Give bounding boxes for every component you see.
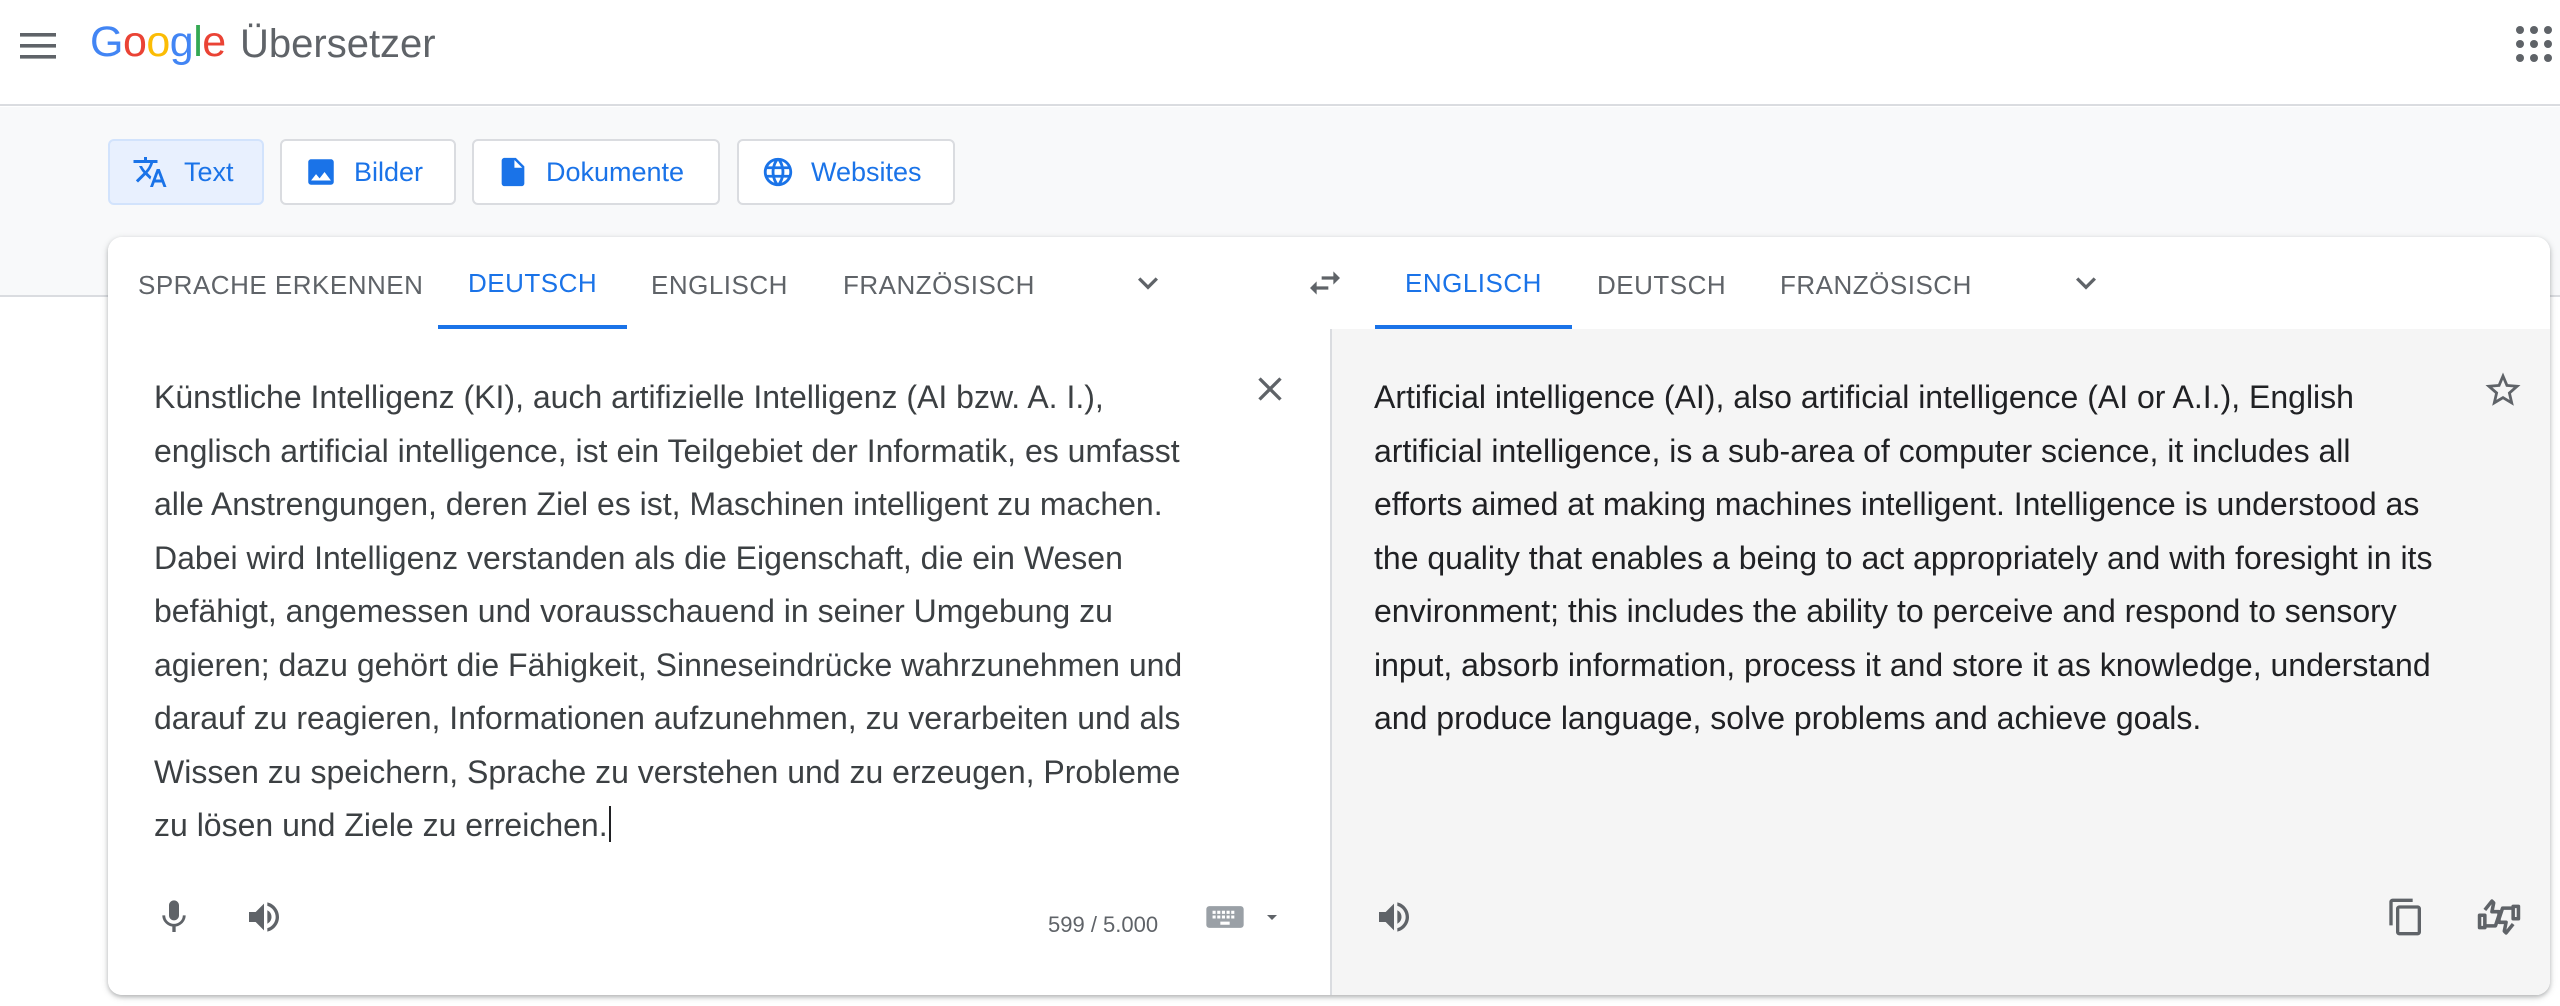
mode-websites-button[interactable]: Websites	[737, 139, 955, 205]
mode-images-button[interactable]: Bilder	[280, 139, 456, 205]
keyboard-dropdown-icon[interactable]	[1260, 905, 1284, 929]
source-text: Künstliche Intelligenz (KI), auch artifi…	[154, 379, 1183, 843]
source-lang-english[interactable]: ENGLISCH	[651, 237, 788, 329]
copy-icon[interactable]	[2386, 897, 2426, 937]
microphone-icon[interactable]	[154, 897, 194, 937]
target-lang-more-chevron-icon[interactable]	[2066, 263, 2106, 303]
google-logo[interactable]: Google	[90, 18, 226, 67]
target-speaker-icon[interactable]	[1374, 897, 1414, 937]
mode-text-button[interactable]: Text	[108, 139, 264, 205]
keyboard-icon[interactable]	[1206, 903, 1244, 931]
mode-websites-label: Websites	[811, 156, 922, 187]
target-lang-french[interactable]: FRANZÖSISCH	[1780, 237, 1972, 329]
source-speaker-icon[interactable]	[244, 897, 284, 937]
translated-text: Artificial intelligence (AI), also artif…	[1374, 379, 2433, 736]
source-lang-detect[interactable]: SPRACHE ERKENNEN	[138, 237, 423, 329]
translate-icon	[133, 157, 167, 187]
source-lang-french[interactable]: FRANZÖSISCH	[843, 237, 1035, 329]
translation-card: SPRACHE ERKENNEN DEUTSCH ENGLISCH FRANZÖ…	[108, 237, 2550, 995]
mode-documents-label: Dokumente	[546, 156, 685, 187]
apps-grid-icon[interactable]	[2514, 24, 2554, 64]
app-header: Google Übersetzer	[0, 0, 2560, 106]
target-lang-german[interactable]: DEUTSCH	[1597, 237, 1726, 329]
image-icon	[308, 159, 334, 185]
rate-translation-icon[interactable]	[2476, 895, 2522, 939]
source-pane: Künstliche Intelligenz (KI), auch artifi…	[108, 329, 1330, 995]
language-bar: SPRACHE ERKENNEN DEUTSCH ENGLISCH FRANZÖ…	[108, 237, 2550, 331]
character-count: 599 / 5.000	[1048, 912, 1159, 937]
product-name: Übersetzer	[240, 22, 436, 66]
globe-icon	[763, 157, 793, 187]
save-star-icon[interactable]	[2482, 369, 2524, 411]
source-lang-german[interactable]: DEUTSCH	[438, 237, 628, 329]
clear-text-icon[interactable]	[1250, 369, 1290, 409]
menu-icon[interactable]	[18, 28, 60, 64]
target-lang-english[interactable]: ENGLISCH	[1375, 237, 1572, 329]
target-pane: Artificial intelligence (AI), also artif…	[1330, 329, 2550, 995]
mode-images-label: Bilder	[354, 156, 424, 187]
source-text-input[interactable]: Künstliche Intelligenz (KI), auch artifi…	[154, 371, 1214, 853]
source-lang-more-chevron-icon[interactable]	[1128, 263, 1168, 303]
mode-documents-button[interactable]: Dokumente	[472, 139, 720, 205]
text-caret	[608, 806, 611, 842]
mode-text-label: Text	[184, 156, 234, 187]
swap-languages-icon[interactable]	[1304, 263, 1346, 303]
document-icon	[501, 157, 525, 187]
